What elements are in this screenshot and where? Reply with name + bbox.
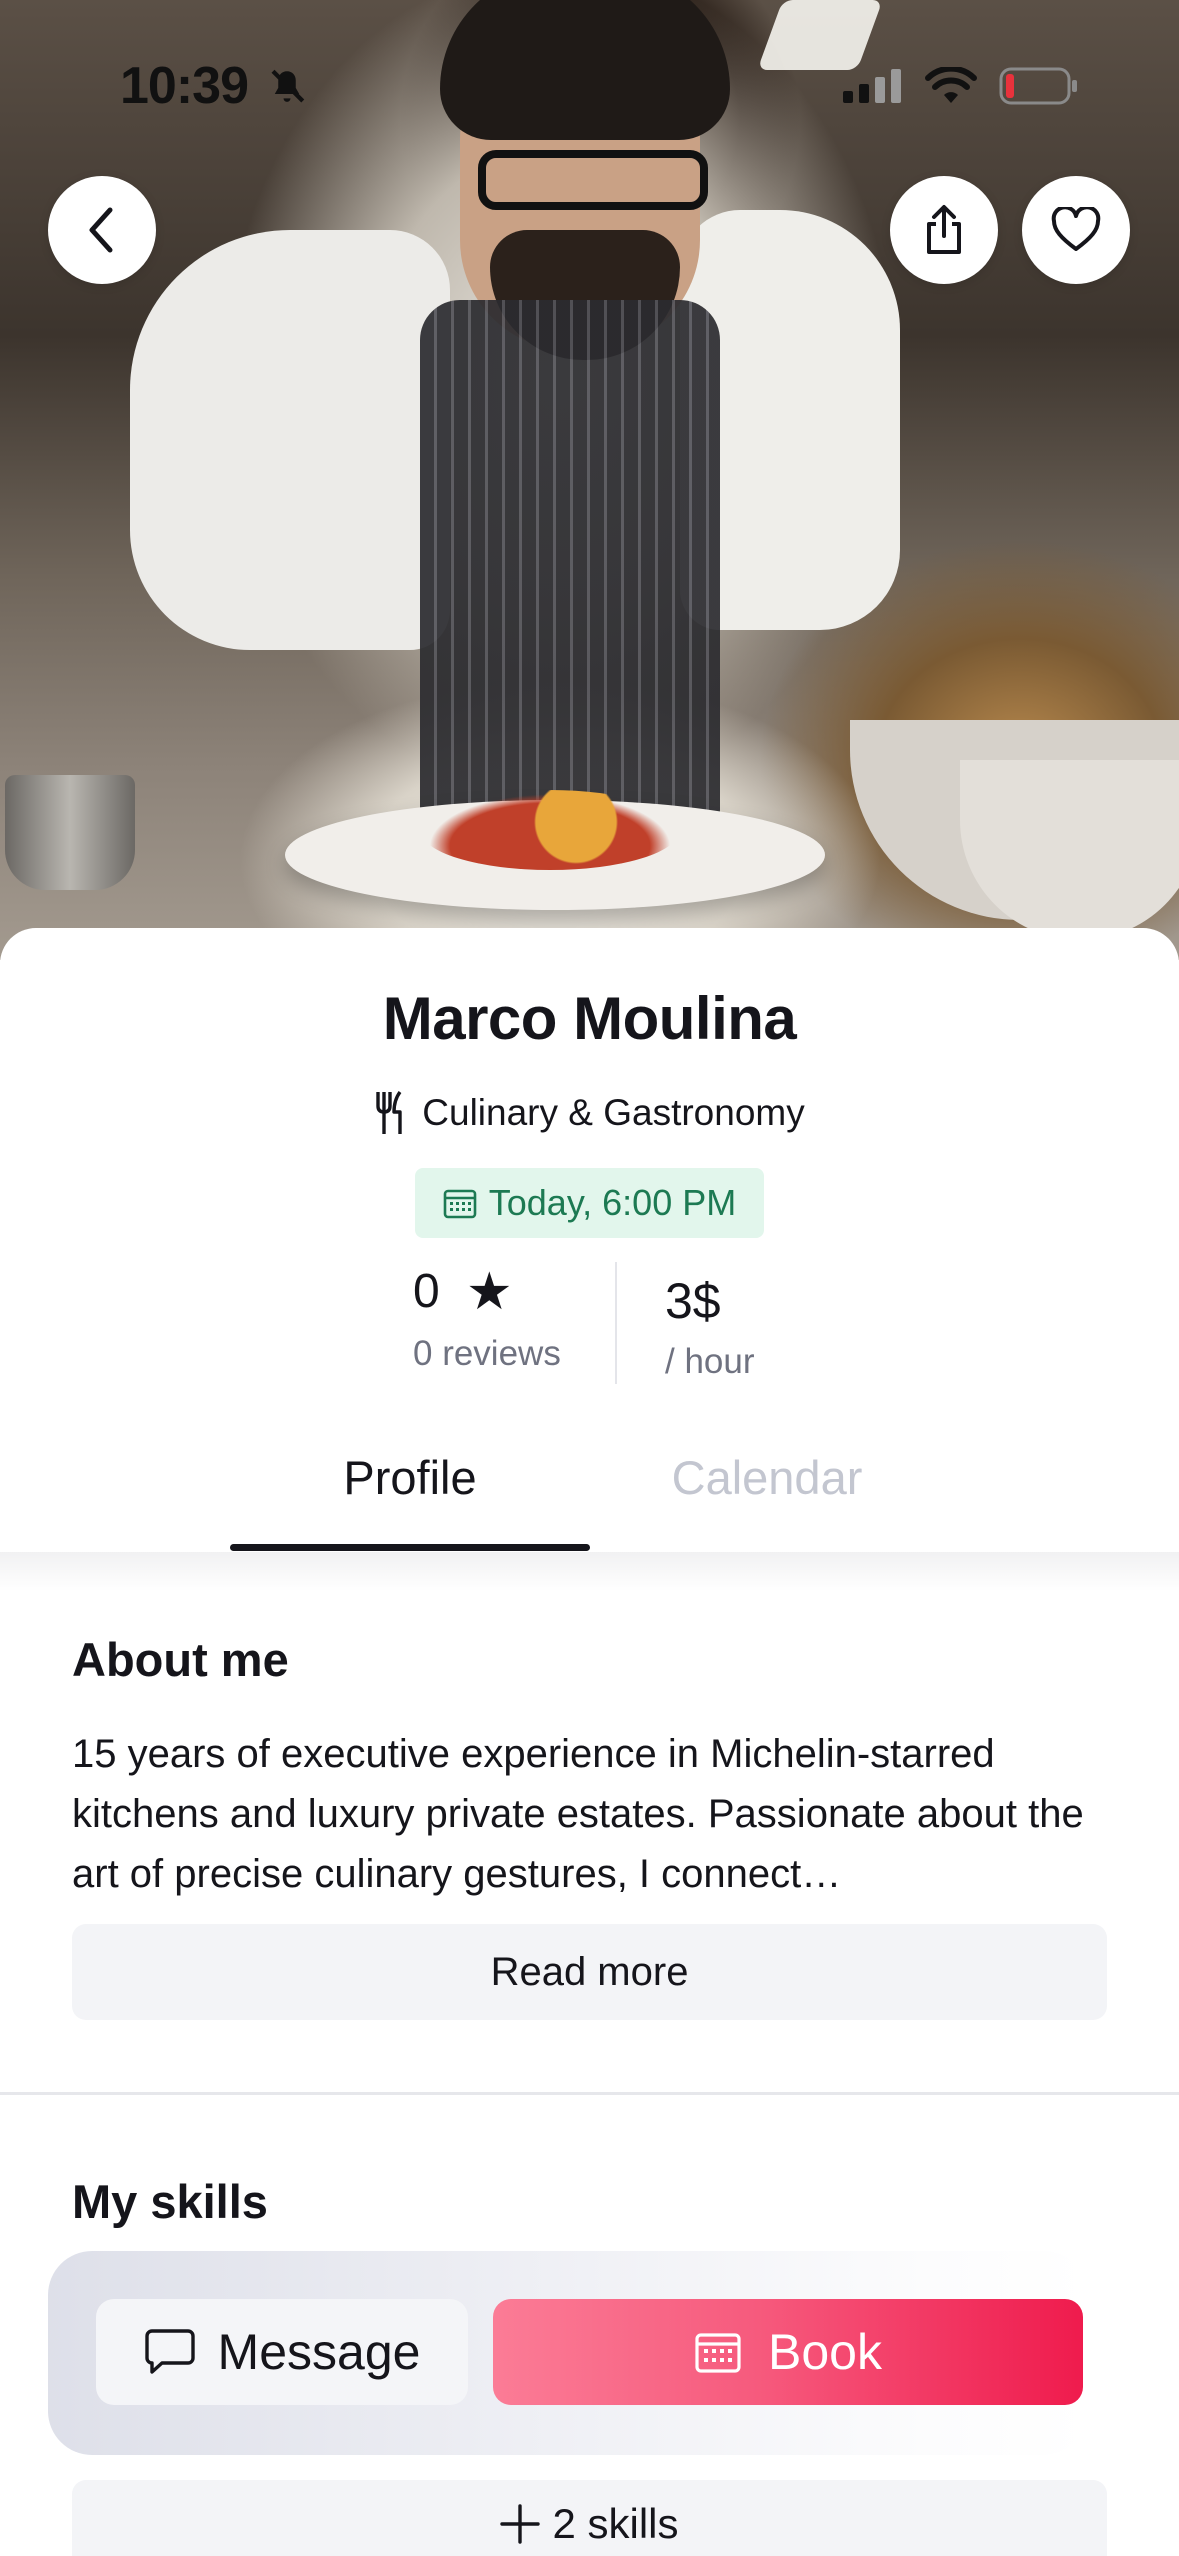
tab-profile[interactable]: Profile bbox=[230, 1450, 590, 1505]
status-time: 10:39 bbox=[120, 57, 249, 115]
star-icon: ★ bbox=[466, 1263, 513, 1321]
kitchen-light bbox=[757, 0, 883, 70]
about-title: About me bbox=[72, 1633, 289, 1686]
rating-value: 0 bbox=[413, 1265, 440, 1318]
price-unit: / hour bbox=[665, 1342, 755, 1381]
share-icon bbox=[927, 205, 961, 254]
share-button[interactable] bbox=[890, 176, 998, 284]
about-text: 15 years of executive experience in Mich… bbox=[72, 1732, 1084, 1896]
tab-calendar[interactable]: Calendar bbox=[587, 1450, 947, 1505]
chef-hair bbox=[440, 0, 730, 140]
stats-divider bbox=[615, 1262, 617, 1384]
chat-bubble-icon bbox=[144, 2329, 195, 2374]
skills-title: My skills bbox=[72, 2175, 268, 2228]
tab-bar-shadow bbox=[0, 1552, 1179, 1592]
calendar-icon bbox=[695, 2333, 741, 2373]
battery-icon bbox=[999, 67, 1077, 105]
price-value: 3$ bbox=[665, 1273, 721, 1329]
book-button[interactable]: Book bbox=[493, 2299, 1083, 2405]
reviews-count[interactable]: 0 reviews bbox=[413, 1334, 561, 1374]
read-more-button[interactable]: Read more bbox=[72, 1924, 1107, 2020]
more-skills-label: 2 skills bbox=[552, 2500, 679, 2547]
chef-category-label: Culinary & Gastronomy bbox=[422, 1092, 805, 1133]
chef-jacket-left bbox=[130, 230, 450, 650]
favorite-button[interactable] bbox=[1022, 176, 1130, 284]
plated-dish bbox=[420, 790, 680, 870]
status-indicators bbox=[843, 66, 1079, 106]
active-tab-indicator bbox=[230, 1544, 590, 1551]
more-skills-button[interactable]: 2 skills bbox=[72, 2480, 1107, 2556]
back-chevron-icon bbox=[89, 207, 113, 253]
bell-slash-icon bbox=[271, 69, 305, 103]
hero-photo bbox=[0, 0, 1179, 960]
calendar-icon bbox=[443, 1189, 477, 1219]
chef-apron bbox=[420, 300, 720, 820]
book-button-label: Book bbox=[768, 2324, 882, 2380]
chef-name: Marco Moulina bbox=[382, 985, 797, 1052]
section-divider bbox=[0, 2092, 1179, 2095]
availability-badge: Today, 6:00 PM bbox=[415, 1168, 764, 1238]
utensils-icon bbox=[376, 1090, 402, 1134]
heart-icon bbox=[1051, 207, 1101, 251]
chef-glasses bbox=[478, 150, 708, 210]
steel-cup bbox=[5, 775, 135, 890]
message-button[interactable]: Message bbox=[96, 2299, 468, 2405]
plus-icon bbox=[500, 2504, 541, 2544]
availability-label: Today, 6:00 PM bbox=[488, 1182, 737, 1223]
wifi-icon bbox=[925, 67, 977, 103]
chef-category: Culinary & Gastronomy bbox=[0, 1090, 1179, 1136]
signal-icon bbox=[843, 69, 901, 103]
back-button[interactable] bbox=[48, 176, 156, 284]
message-button-label: Message bbox=[217, 2324, 421, 2380]
